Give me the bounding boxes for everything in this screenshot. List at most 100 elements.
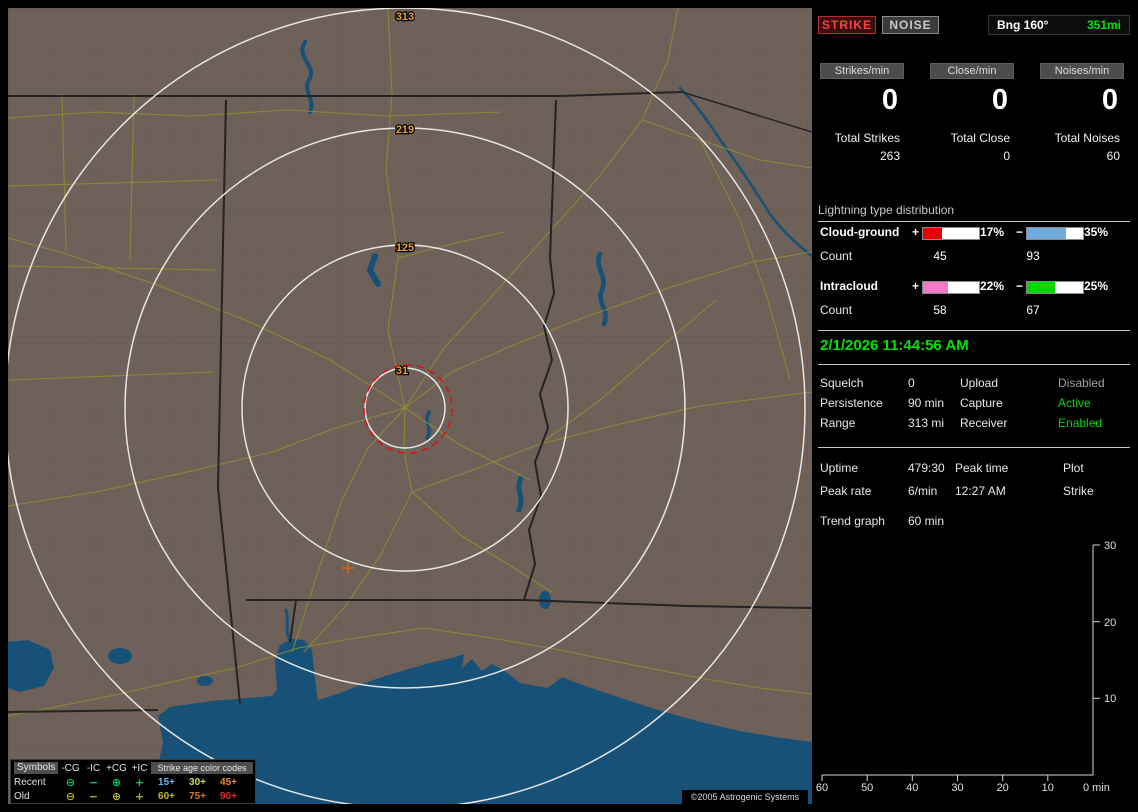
bearing-readout: Bng 160° 351mi: [988, 15, 1130, 35]
x-origin-label: 0 min: [1083, 782, 1110, 794]
ring-label-125: 125: [396, 242, 414, 254]
legend-col-neg-ic: -IC: [86, 762, 101, 774]
age-60: 60+: [158, 790, 175, 802]
cloud-ground-label: Cloud-ground: [820, 225, 900, 239]
receiver-label: Receiver: [960, 416, 1008, 430]
total-close-value: 0: [1003, 149, 1010, 163]
nexstorm-window: 313 219 125 31 Symbols -CG -IC +CG +IC S…: [0, 0, 1138, 812]
strikes-per-min-label: Strikes/min: [820, 63, 904, 79]
x-tick-50: 50: [861, 782, 873, 794]
divider: [818, 447, 1130, 448]
old-pos-ic-icon: +: [134, 789, 145, 803]
close-per-min-label: Close/min: [930, 63, 1014, 79]
cg-neg-count: 93: [1026, 249, 1040, 263]
peak-time-value: 12:27 AM: [955, 484, 1006, 498]
trend-tick-labels: 30 20 10 60 50 40 30 20 10 0 min: [816, 540, 1116, 794]
trend-graph: 30 20 10 60 50 40 30 20 10 0 min: [816, 540, 1116, 794]
ring-label-219: 219: [396, 124, 414, 136]
age-15: 15+: [158, 776, 175, 788]
map-legend: Symbols -CG -IC +CG +IC Strike age color…: [10, 759, 256, 804]
squelch-label: Squelch: [820, 376, 864, 390]
legend-recent-row: Recent ⊖ − ⊕ + 15+ 30+ 45+: [11, 775, 255, 789]
range-value: 313 mi: [908, 416, 945, 430]
ic-pos-pct: 22%: [980, 279, 1005, 293]
distribution-title: Lightning type distribution: [818, 203, 1130, 222]
peak-rate-value: 6/min: [908, 484, 938, 498]
legend-col-neg-cg: -CG: [61, 762, 80, 774]
legend-symbols-header: Symbols: [14, 762, 59, 774]
legend-col-pos-cg: +CG: [106, 762, 127, 774]
map-canvas: 313 219 125 31: [8, 8, 812, 804]
close-per-min-value: 0: [991, 84, 1008, 116]
cg-pos-sign: +: [912, 225, 920, 239]
cg-neg-pct: 35%: [1084, 225, 1109, 239]
ic-pos-bar: [922, 281, 980, 294]
copyright-text: ©2005 Astrogenic Systems: [682, 790, 808, 804]
strike-tab-button[interactable]: STRIKE: [818, 16, 876, 34]
x-tick-20: 20: [997, 782, 1009, 794]
x-tick-30: 30: [951, 782, 963, 794]
y-tick-10: 10: [1104, 693, 1116, 705]
cg-pos-bar: [922, 227, 980, 240]
ic-neg-sign: −: [1016, 279, 1024, 293]
intracloud-label: Intracloud: [820, 279, 879, 293]
age-30: 30+: [189, 776, 206, 788]
total-strikes-value: 263: [879, 149, 900, 163]
noises-per-min-label: Noises/min: [1040, 63, 1124, 79]
divider: [818, 364, 1130, 365]
legend-age-header: Strike age color codes: [151, 762, 253, 774]
age-90: 90+: [220, 790, 237, 802]
cg-neg-sign: −: [1016, 225, 1024, 239]
persistence-label: Persistence: [820, 396, 883, 410]
x-tick-10: 10: [1042, 782, 1054, 794]
upload-status: Disabled: [1058, 376, 1105, 390]
x-tick-60: 60: [816, 782, 828, 794]
status-panel: STRIKE NOISE Bng 160° 351mi Strikes/min …: [812, 0, 1138, 812]
ic-neg-pct: 25%: [1084, 279, 1109, 293]
legend-recent-label: Recent: [14, 776, 46, 788]
legend-col-pos-ic: +IC: [131, 762, 148, 774]
age-45: 45+: [220, 776, 237, 788]
y-tick-30: 30: [1104, 540, 1116, 552]
noise-tab-button[interactable]: NOISE: [882, 16, 939, 34]
total-close-label: Total Close: [950, 131, 1010, 145]
divider: [818, 330, 1130, 331]
ic-count-label: Count: [820, 303, 853, 317]
ic-neg-count: 67: [1026, 303, 1040, 317]
uptime-label: Uptime: [820, 461, 859, 475]
recent-pos-cg-icon: ⊕: [111, 775, 122, 789]
legend-header-row: Symbols -CG -IC +CG +IC Strike age color…: [11, 761, 255, 775]
strikes-per-min-value: 0: [881, 84, 898, 116]
range-label: Range: [820, 416, 856, 430]
lightning-map[interactable]: 313 219 125 31 Symbols -CG -IC +CG +IC S…: [8, 8, 812, 804]
trend-axes: [821, 544, 1100, 781]
ic-pos-count: 58: [933, 303, 947, 317]
bearing-range: 351mi: [1086, 18, 1121, 32]
peak-time-label: Peak time: [955, 461, 1009, 475]
old-neg-cg-icon: ⊖: [65, 789, 76, 803]
recent-neg-cg-icon: ⊖: [65, 775, 76, 789]
ring-label-313: 313: [396, 11, 414, 23]
total-strikes-label: Total Strikes: [834, 131, 900, 145]
age-75: 75+: [189, 790, 206, 802]
trend-graph-label: Trend graph: [820, 514, 885, 528]
plot-value: Strike: [1063, 484, 1094, 498]
cg-pos-pct: 17%: [980, 225, 1005, 239]
upload-label: Upload: [960, 376, 999, 390]
squelch-value: 0: [908, 376, 915, 390]
peak-rate-label: Peak rate: [820, 484, 872, 498]
ic-neg-bar: [1026, 281, 1084, 294]
cg-pos-count: 45: [933, 249, 947, 263]
cg-count-label: Count: [820, 249, 853, 263]
ic-pos-sign: +: [912, 279, 920, 293]
x-tick-40: 40: [906, 782, 918, 794]
total-noises-value: 60: [1106, 149, 1120, 163]
old-pos-cg-icon: ⊕: [111, 789, 122, 803]
recent-neg-ic-icon: −: [88, 775, 99, 789]
uptime-value: 479:30: [908, 461, 945, 475]
legend-old-row: Old ⊖ − ⊕ + 60+ 75+ 90+: [11, 789, 255, 803]
capture-status: Active: [1058, 396, 1091, 410]
noises-per-min-value: 0: [1101, 84, 1118, 116]
bearing-label: Bng 160°: [997, 18, 1049, 32]
plot-label: Plot: [1063, 461, 1084, 475]
